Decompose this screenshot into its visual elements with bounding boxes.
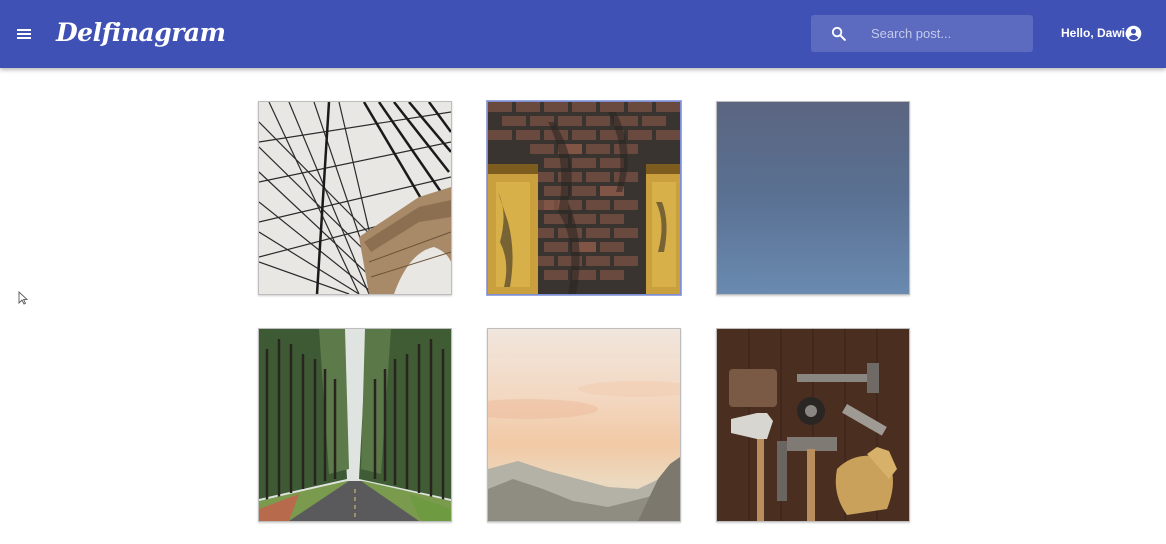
post-thumbnail-bridge[interactable] [258, 101, 452, 295]
sky-image [717, 102, 909, 294]
brick-wall-image [488, 102, 680, 294]
app-bar: Delfinagram Hello, Dawid [0, 0, 1166, 68]
forest-road-image [259, 329, 451, 521]
search-icon[interactable] [830, 25, 847, 42]
mouse-pointer-icon [18, 291, 28, 305]
app-logo[interactable]: Delfinagram [56, 14, 226, 52]
bridge-image [259, 102, 451, 294]
account-circle-icon[interactable] [1125, 25, 1142, 42]
user-greeting: Hello, Dawid [1061, 26, 1133, 40]
post-thumbnail-tools[interactable] [716, 328, 910, 522]
tools-image [717, 329, 909, 521]
post-thumbnail-brick-wall[interactable] [487, 101, 681, 295]
search-input[interactable] [871, 15, 1029, 52]
post-thumbnail-forest-road[interactable] [258, 328, 452, 522]
search-bar[interactable] [811, 15, 1033, 52]
post-thumbnail-sky[interactable] [716, 101, 910, 295]
post-thumbnail-mountain-sunset[interactable] [487, 328, 681, 522]
hamburger-menu-icon[interactable] [12, 22, 36, 46]
mountain-sunset-image [488, 329, 680, 521]
